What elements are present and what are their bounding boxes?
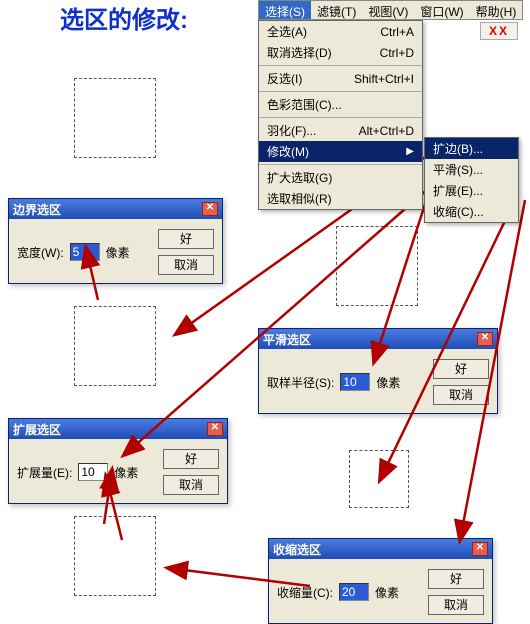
dialog-smooth: 平滑选区 ✕ 取样半径(S): 像素 好 取消 [258, 328, 498, 414]
ok-button[interactable]: 好 [163, 449, 219, 469]
marquee-2 [74, 306, 156, 386]
shortcut: Ctrl+D [380, 46, 414, 60]
label: 修改(M) [267, 143, 309, 160]
submenu-smooth[interactable]: 平滑(S)... [425, 159, 518, 180]
menu-help[interactable]: 帮助(H) [470, 1, 523, 19]
ok-button[interactable]: 好 [428, 569, 484, 589]
marquee-4 [349, 450, 409, 508]
shortcut: Shift+Ctrl+I [354, 72, 414, 86]
menu-feather[interactable]: 羽化(F)... Alt+Ctrl+D [259, 120, 422, 141]
submenu-arrow-icon: ▶ [406, 146, 414, 157]
titlebar[interactable]: 扩展选区 ✕ [9, 419, 227, 439]
expand-label: 扩展量(E): [17, 464, 72, 481]
menu-separator [259, 91, 422, 92]
width-input[interactable] [70, 243, 100, 261]
dialog-contract: 收缩选区 ✕ 收缩量(C): 像素 好 取消 [268, 538, 493, 624]
title-text: 平滑选区 [263, 331, 477, 348]
modify-submenu: 扩边(B)... 平滑(S)... 扩展(E)... 收缩(C)... [424, 137, 519, 223]
close-icon[interactable]: ✕ [202, 202, 218, 216]
radius-input[interactable] [340, 373, 370, 391]
label: 反选(I) [267, 70, 302, 87]
menu-bar: 选择(S) 滤镜(T) 视图(V) 窗口(W) 帮助(H) [258, 0, 523, 20]
shortcut: Alt+Ctrl+D [359, 124, 414, 138]
ok-button[interactable]: 好 [158, 229, 214, 249]
label: 羽化(F)... [267, 122, 316, 139]
menu-color-range[interactable]: 色彩范围(C)... [259, 94, 422, 115]
contract-label: 收缩量(C): [277, 584, 333, 601]
unit-label: 像素 [375, 584, 399, 601]
submenu-border[interactable]: 扩边(B)... [425, 138, 518, 159]
close-icon[interactable]: ✕ [207, 422, 223, 436]
label: 全选(A) [267, 23, 307, 40]
menu-grow[interactable]: 扩大选取(G) [259, 167, 422, 188]
titlebar[interactable]: 平滑选区 ✕ [259, 329, 497, 349]
menu-separator [259, 65, 422, 66]
menu-separator [259, 164, 422, 165]
menu-inverse[interactable]: 反选(I) Shift+Ctrl+I [259, 68, 422, 89]
select-menu-dropdown: 全选(A) Ctrl+A 取消选择(D) Ctrl+D 反选(I) Shift+… [258, 20, 423, 210]
close-icon[interactable]: ✕ [477, 332, 493, 346]
ok-button[interactable]: 好 [433, 359, 489, 379]
menu-similar[interactable]: 选取相似(R) [259, 188, 422, 209]
close-icon[interactable]: ✕ [472, 542, 488, 556]
titlebar[interactable]: 边界选区 ✕ [9, 199, 222, 219]
label: 选取相似(R) [267, 190, 332, 207]
marquee-1 [74, 78, 156, 158]
unit-label: 像素 [376, 374, 400, 391]
submenu-expand[interactable]: 扩展(E)... [425, 180, 518, 201]
menu-window[interactable]: 窗口(W) [414, 1, 469, 19]
expand-input[interactable] [78, 463, 108, 481]
badge-xx: XX [480, 22, 518, 40]
titlebar[interactable]: 收缩选区 ✕ [269, 539, 492, 559]
dialog-border: 边界选区 ✕ 宽度(W): 像素 好 取消 [8, 198, 223, 284]
page-title: 选区的修改: [60, 0, 188, 35]
menu-deselect[interactable]: 取消选择(D) Ctrl+D [259, 42, 422, 63]
width-label: 宽度(W): [17, 244, 64, 261]
label: 色彩范围(C)... [267, 96, 342, 113]
dialog-expand: 扩展选区 ✕ 扩展量(E): 像素 好 取消 [8, 418, 228, 504]
submenu-contract[interactable]: 收缩(C)... [425, 201, 518, 222]
marquee-3 [336, 226, 418, 306]
label: 扩大选取(G) [267, 169, 332, 186]
unit-label: 像素 [114, 464, 138, 481]
menu-filter[interactable]: 滤镜(T) [311, 1, 362, 19]
shortcut: Ctrl+A [380, 25, 414, 39]
menu-select-all[interactable]: 全选(A) Ctrl+A [259, 21, 422, 42]
menu-modify[interactable]: 修改(M) ▶ [259, 141, 422, 162]
title-text: 收缩选区 [273, 541, 472, 558]
menu-separator [259, 117, 422, 118]
menu-select[interactable]: 选择(S) [259, 1, 311, 19]
radius-label: 取样半径(S): [267, 374, 334, 391]
title-text: 边界选区 [13, 201, 202, 218]
cancel-button[interactable]: 取消 [163, 475, 219, 495]
cancel-button[interactable]: 取消 [158, 255, 214, 275]
menu-view[interactable]: 视图(V) [362, 1, 414, 19]
cancel-button[interactable]: 取消 [428, 595, 484, 615]
title-text: 扩展选区 [13, 421, 207, 438]
marquee-5 [74, 516, 156, 596]
label: 取消选择(D) [267, 44, 332, 61]
cancel-button[interactable]: 取消 [433, 385, 489, 405]
unit-label: 像素 [106, 244, 130, 261]
contract-input[interactable] [339, 583, 369, 601]
